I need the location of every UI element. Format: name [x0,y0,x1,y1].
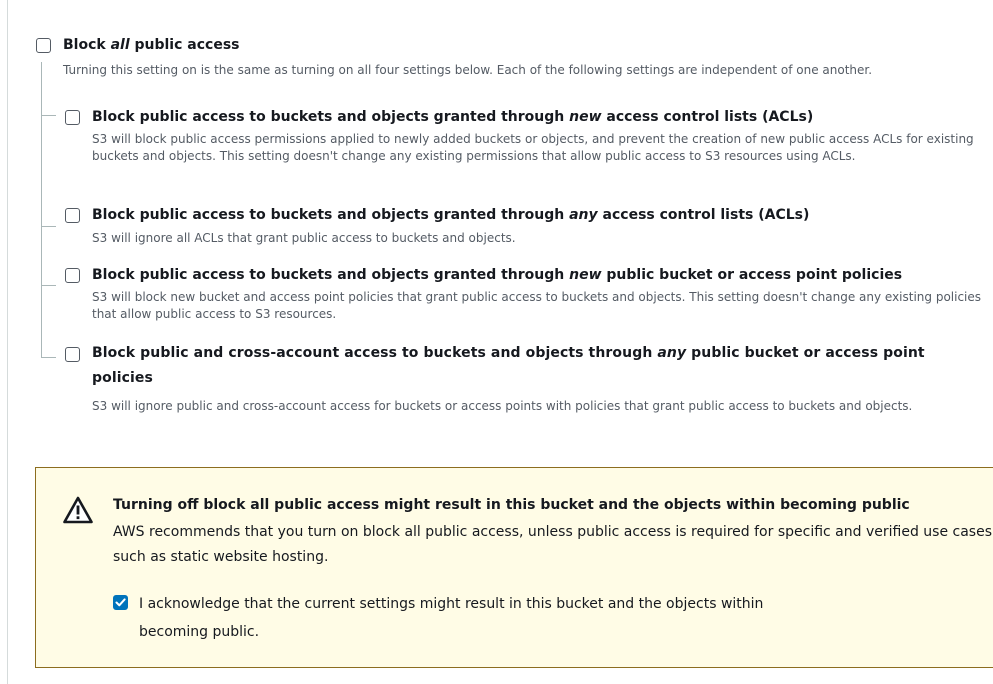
any-policies-checkbox[interactable] [65,347,80,362]
new-acls-title: Block public access to buckets and objec… [92,109,814,125]
warning-icon [63,496,93,528]
new-policies-title: Block public access to buckets and objec… [92,267,903,283]
block-public-access-panel: Block all public access Turning this set… [0,0,993,684]
block-all-public-access-title: Block all public access [63,37,240,53]
block-all-public-access-checkbox[interactable] [36,38,51,53]
tree-connector-vertical [41,62,42,358]
new-acls-checkbox[interactable] [65,110,80,125]
panel-left-border [7,0,8,684]
any-policies-title: Block public and cross-account access to… [92,345,925,386]
any-acls-description: S3 will ignore all ACLs that grant publi… [92,231,516,245]
new-acls-description: S3 will block public access permissions … [92,132,974,163]
new-policies-checkbox[interactable] [65,268,80,283]
any-acls-checkbox[interactable] [65,208,80,223]
any-acls-title: Block public access to buckets and objec… [92,207,810,223]
new-policies-description: S3 will block new bucket and access poin… [92,290,982,321]
warning-message: AWS recommends that you turn on block al… [113,524,992,565]
any-policies-description: S3 will ignore public and cross-account … [92,399,913,413]
public-access-warning-alert: Turning off block all public access migh… [35,467,993,668]
acknowledge-checkbox[interactable] [113,595,128,610]
warning-title: Turning off block all public access migh… [113,497,910,513]
acknowledge-label[interactable]: I acknowledge that the current settings … [139,590,779,646]
tree-connector-branch [41,357,56,358]
block-all-public-access-description: Turning this setting on is the same as t… [63,63,873,77]
tree-connector-branch [41,115,56,116]
tree-connector-branch [41,285,56,286]
tree-connector-branch [41,226,56,227]
checkmark-icon [115,598,126,607]
